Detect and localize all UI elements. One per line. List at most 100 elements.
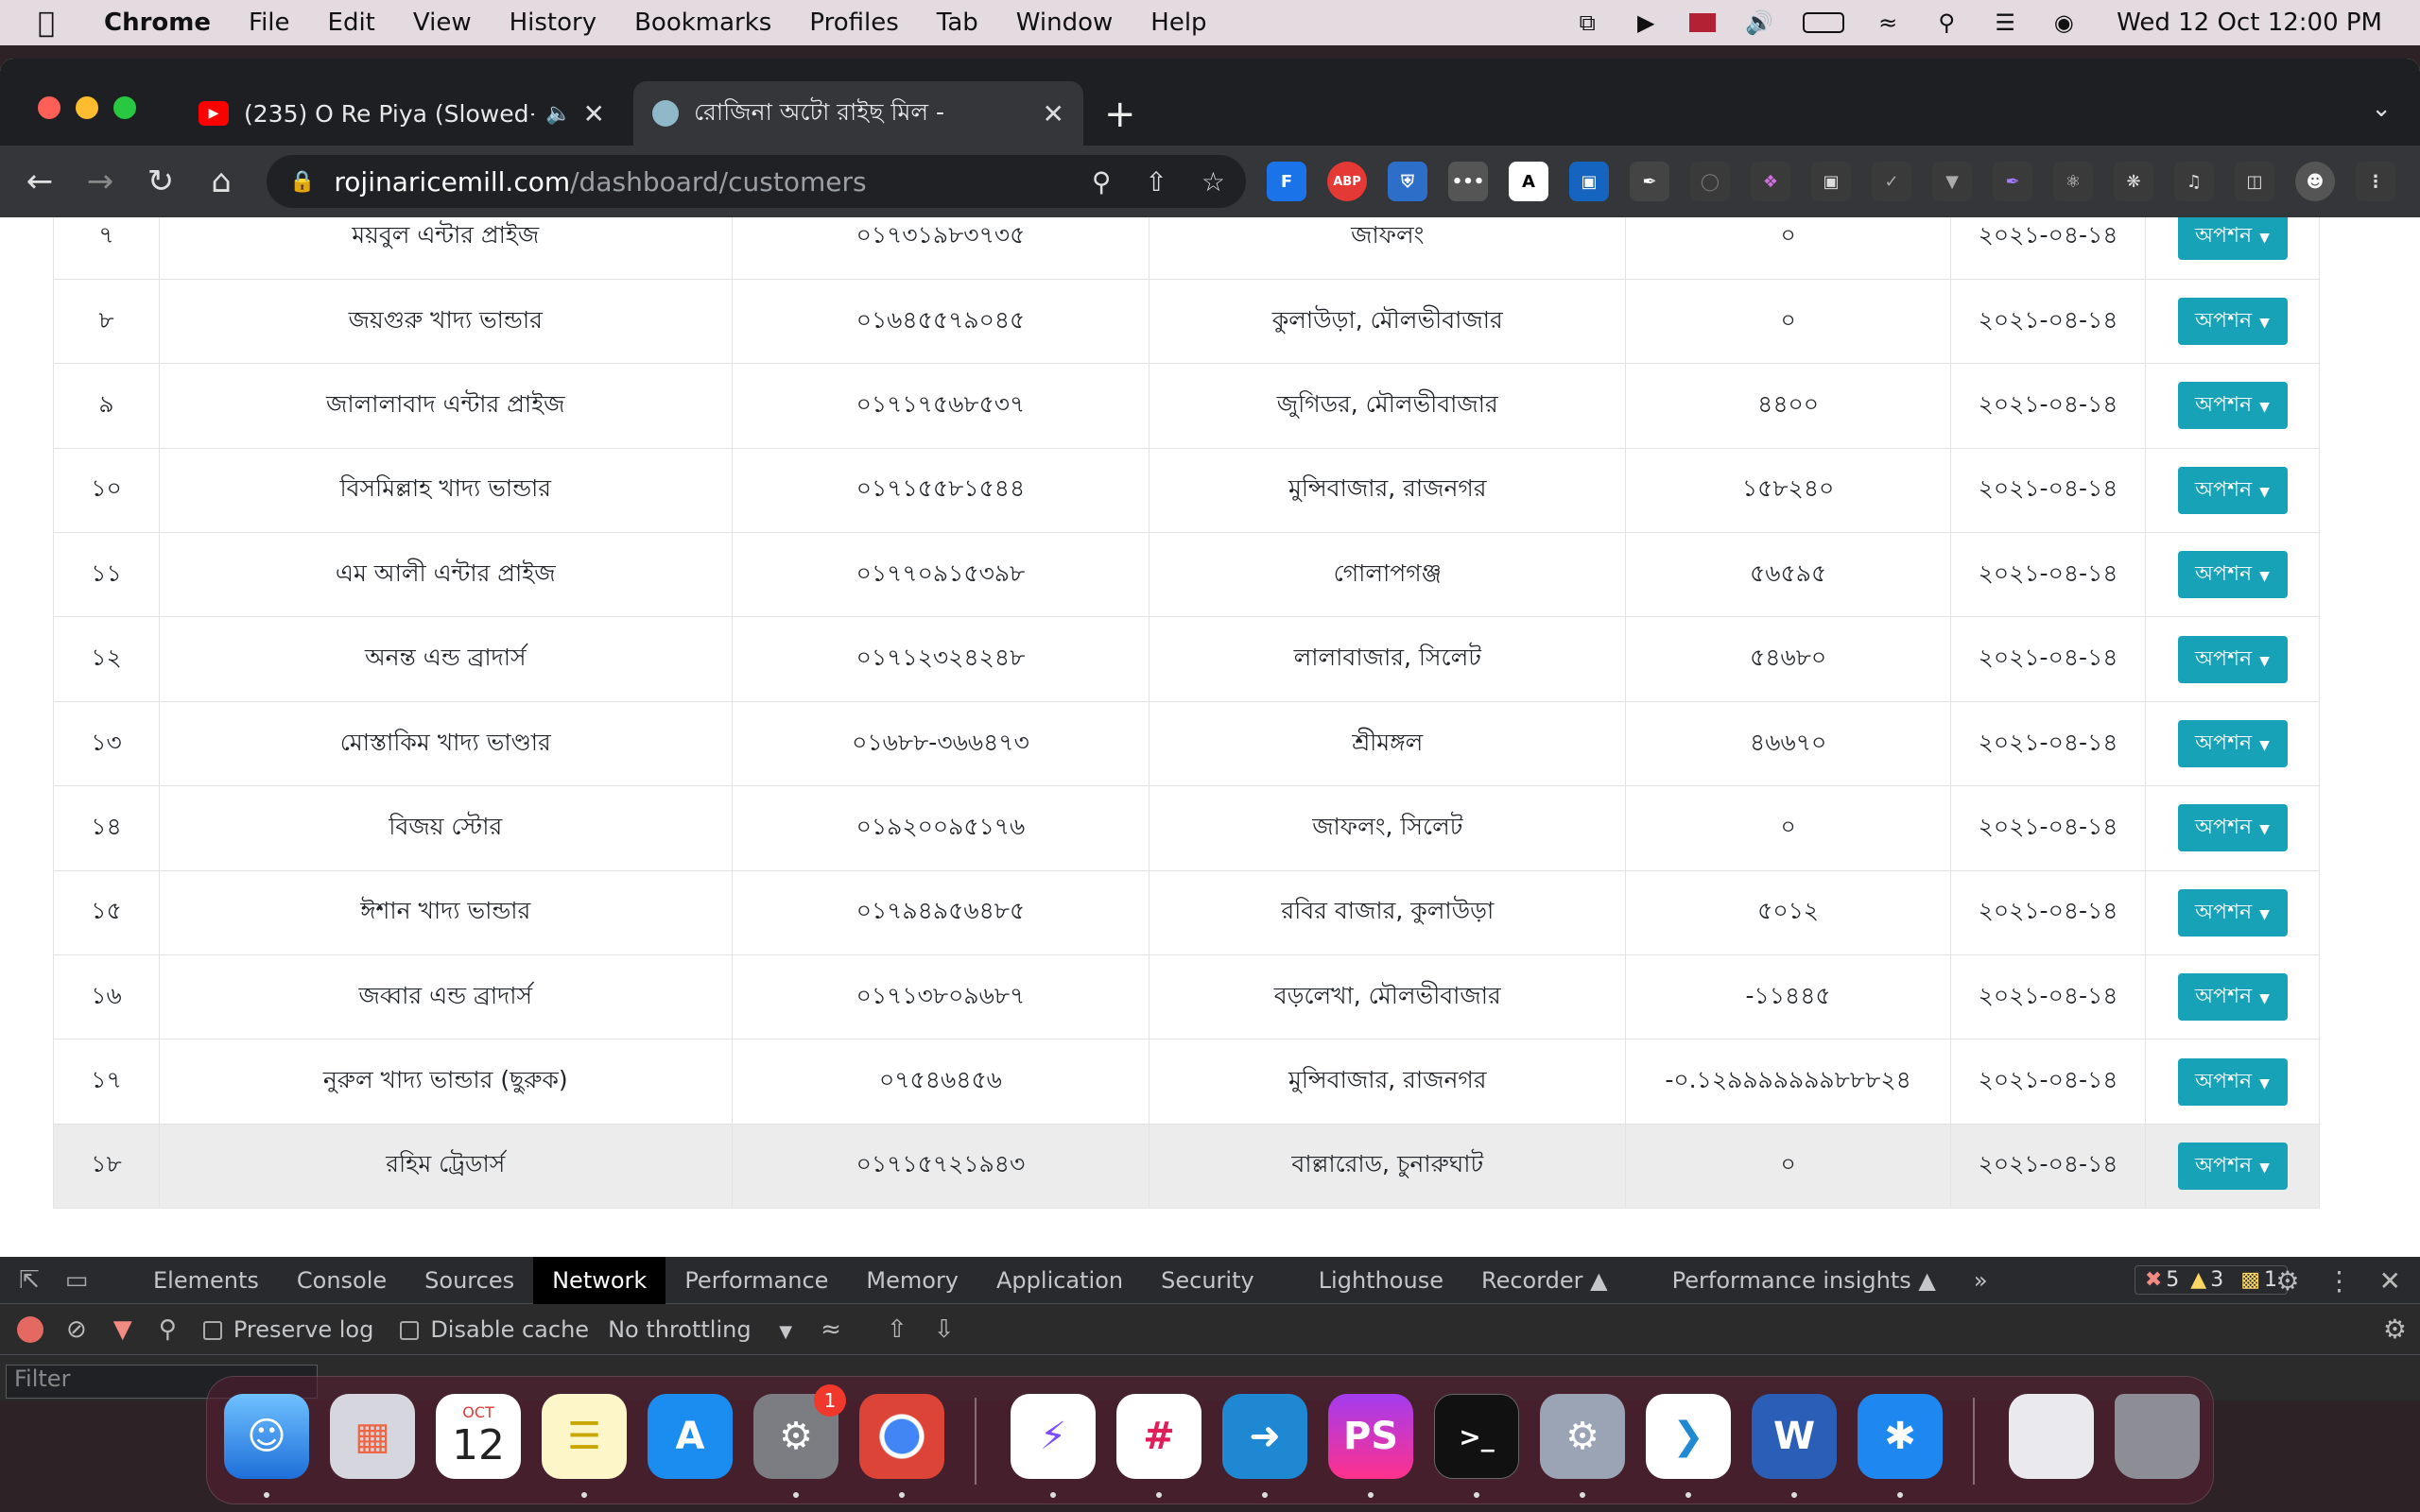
devtools-tab-performance[interactable]: Performance	[666, 1257, 847, 1304]
devtools-tab-console[interactable]: Console	[278, 1257, 406, 1304]
menu-profiles[interactable]: Profiles	[809, 9, 898, 37]
apple-menu-icon[interactable]: 	[38, 7, 76, 40]
menu-edit[interactable]: Edit	[328, 9, 375, 37]
share-icon[interactable]: ⇧	[1145, 166, 1167, 198]
shield-icon[interactable]: ⛨	[1388, 162, 1427, 201]
menu-app-name[interactable]: Chrome	[104, 9, 211, 37]
devtools-tab-recorder[interactable]: Recorder ▲	[1462, 1257, 1627, 1304]
siri-icon[interactable]: ◉	[2048, 9, 2079, 36]
devtools-tab-application[interactable]: Application	[977, 1257, 1142, 1304]
bookmark-star-icon[interactable]: ☆	[1201, 166, 1225, 198]
battery-icon[interactable]	[1803, 12, 1845, 33]
preserve-log-checkbox[interactable]: Preserve log	[202, 1316, 373, 1343]
close-tab-icon[interactable]: ✕	[1043, 98, 1064, 129]
address-bar[interactable]: 🔒 rojinaricemill.com /dashboard/customer…	[267, 155, 1246, 208]
react-devtools-icon[interactable]: ⚛	[2053, 162, 2093, 201]
devtools-tab-security[interactable]: Security	[1142, 1257, 1273, 1304]
import-har-icon[interactable]: ⇧	[887, 1315, 908, 1344]
back-button[interactable]: ←	[9, 163, 70, 200]
calendar-icon[interactable]: OCT 12	[436, 1394, 521, 1479]
inspect-element-icon[interactable]: ⇱	[6, 1266, 53, 1295]
options-dropdown-button[interactable]: অপশন ▼	[2177, 1057, 2288, 1106]
system-preferences-icon[interactable]: ⚙ 1	[753, 1384, 846, 1479]
screen-mirroring-icon[interactable]: ⧉	[1572, 9, 1602, 36]
menubar-clock[interactable]: Wed 12 Oct 12:00 PM	[2117, 9, 2382, 37]
volume-icon[interactable]: 🔊	[1744, 9, 1774, 36]
directory-utility-icon[interactable]: ⚙	[1540, 1394, 1625, 1479]
check-extension-icon[interactable]: ✓	[1872, 162, 1911, 201]
screenshot-extension-icon[interactable]: ▣	[1569, 162, 1609, 201]
menu-window[interactable]: Window	[1016, 9, 1114, 37]
fi-extension-icon[interactable]: F	[1267, 162, 1306, 201]
menu-bookmarks[interactable]: Bookmarks	[634, 9, 771, 37]
disable-cache-checkbox[interactable]: Disable cache	[400, 1316, 589, 1343]
options-dropdown-button[interactable]: অপশন ▼	[2177, 635, 2288, 683]
devtools-tab-performance-insights[interactable]: Performance insights ▲	[1653, 1257, 1955, 1304]
phpstorm-icon[interactable]: PS	[1328, 1394, 1413, 1479]
devtools-tab-network[interactable]: Network	[533, 1256, 666, 1304]
options-dropdown-button[interactable]: অপশন ▼	[2177, 551, 2288, 599]
menu-history[interactable]: History	[510, 9, 597, 37]
options-dropdown-button[interactable]: অপশন ▼	[2177, 466, 2288, 514]
zoom-icon[interactable]: ⚲	[1092, 166, 1112, 198]
file-transfer-icon[interactable]: ➜	[1222, 1394, 1307, 1479]
options-dropdown-button[interactable]: অপশন ▼	[2177, 888, 2288, 936]
options-dropdown-button[interactable]: অপশন ▼	[2177, 804, 2288, 852]
filter-funnel-icon[interactable]: ▼	[113, 1315, 132, 1344]
devtools-tab-lighthouse[interactable]: Lighthouse	[1300, 1257, 1462, 1304]
terminal-icon[interactable]: >_	[1434, 1394, 1519, 1479]
network-conditions-icon[interactable]: ≈	[821, 1315, 841, 1344]
notes-icon[interactable]: ☰	[542, 1394, 627, 1479]
wave-extension-icon[interactable]: ❖	[1751, 162, 1790, 201]
close-tab-icon[interactable]: ✕	[583, 98, 605, 129]
network-settings-gear-icon[interactable]: ⚙	[2383, 1314, 2407, 1345]
menu-help[interactable]: Help	[1150, 9, 1206, 37]
spotlight-search-icon[interactable]: ⚲	[1931, 9, 1962, 36]
extensions-puzzle-icon[interactable]: ❋	[2114, 162, 2153, 201]
throttling-select[interactable]: No throttling ▼	[608, 1316, 792, 1343]
device-toolbar-icon[interactable]: ▭	[53, 1266, 100, 1295]
play-icon[interactable]: ▶	[1631, 9, 1661, 36]
customize-menu-icon[interactable]: ⋮	[2326, 1265, 2353, 1297]
home-button[interactable]: ⌂	[191, 163, 251, 200]
vue-devtools-icon[interactable]: ▼	[1932, 162, 1972, 201]
color-picker-icon[interactable]: ✒	[1993, 162, 2032, 201]
options-dropdown-button[interactable]: অপশন ▼	[2177, 382, 2288, 430]
app-store-icon[interactable]: A	[648, 1394, 733, 1479]
vscode-icon[interactable]: ❯	[1646, 1394, 1731, 1479]
messenger-icon[interactable]: ⚡	[1011, 1394, 1096, 1479]
wifi-icon[interactable]: ≈	[1873, 9, 1903, 36]
adblock-plus-icon[interactable]: ABP	[1327, 162, 1367, 201]
export-har-icon[interactable]: ⇩	[934, 1315, 955, 1344]
mouse-extension-icon[interactable]: ◯	[1690, 162, 1730, 201]
a-extension-icon[interactable]: A	[1509, 162, 1548, 201]
tab-search-chevron-icon[interactable]: ⌄	[2371, 94, 2392, 123]
slack-icon[interactable]: #	[1116, 1394, 1201, 1479]
menu-file[interactable]: File	[249, 9, 290, 37]
menu-tab[interactable]: Tab	[937, 9, 978, 37]
trash-icon[interactable]	[2115, 1394, 2200, 1479]
options-dropdown-button[interactable]: অপশন ▼	[2177, 973, 2288, 1022]
chrome-menu-icon[interactable]: ⋮	[2356, 162, 2395, 201]
media-control-icon[interactable]: ♫	[2174, 162, 2214, 201]
devtools-tab-sources[interactable]: Sources	[406, 1257, 533, 1304]
options-dropdown-button[interactable]: অপশন ▼	[2177, 720, 2288, 768]
profile-avatar[interactable]: ☻	[2295, 162, 2335, 201]
clear-icon[interactable]: ⊘	[66, 1315, 87, 1344]
launchpad-icon[interactable]: ▦	[330, 1394, 415, 1479]
minimize-window-button[interactable]	[76, 96, 98, 119]
tab-customers[interactable]: রোজিনা অটো রাইছ মিল - ✕	[633, 81, 1083, 146]
password-extension-icon[interactable]: •••	[1448, 162, 1488, 201]
search-icon[interactable]: ⚲	[159, 1315, 177, 1344]
close-devtools-icon[interactable]: ✕	[2379, 1265, 2401, 1297]
bluetooth-icon[interactable]: ✱	[1858, 1394, 1943, 1479]
word-icon[interactable]: W	[1752, 1394, 1837, 1479]
devtools-issue-counters[interactable]: ✖ 5 ▲ 3 ▩ 1	[2134, 1265, 2288, 1295]
chrome-icon[interactable]	[859, 1394, 944, 1479]
reload-button[interactable]: ↻	[130, 163, 191, 200]
tab-youtube[interactable]: ▶ (235) O Re Piya (Slowed+R 🔈 ✕	[180, 81, 624, 146]
control-center-icon[interactable]: ☰	[1990, 9, 2020, 36]
new-tab-button[interactable]: +	[1104, 93, 1136, 136]
devtools-tab-elements[interactable]: Elements	[134, 1257, 278, 1304]
tab-audio-icon[interactable]: 🔈	[545, 102, 571, 126]
